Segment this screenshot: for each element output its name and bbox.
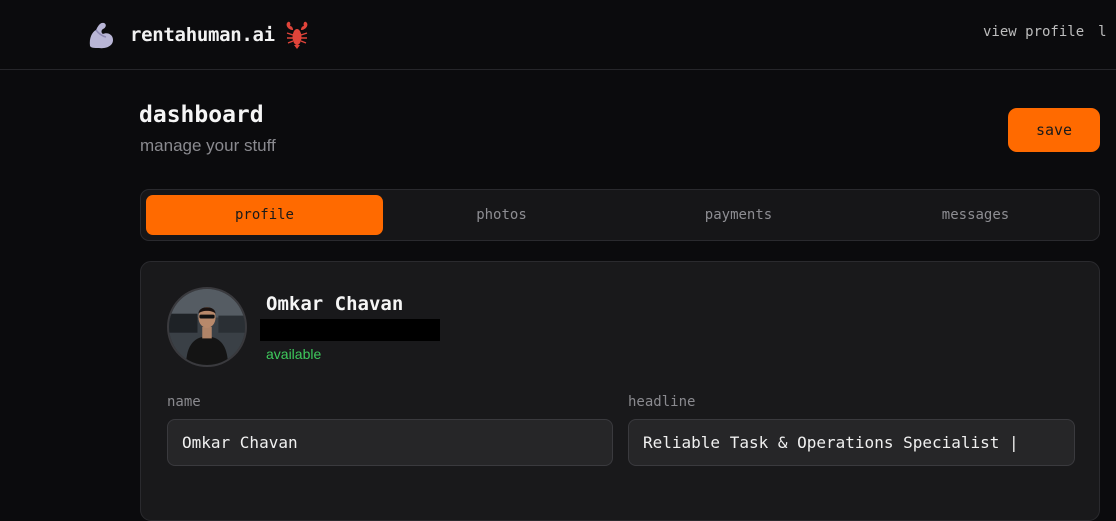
save-button[interactable]: save xyxy=(1008,108,1100,152)
tab-profile[interactable]: profile xyxy=(146,195,383,235)
name-label: name xyxy=(167,394,201,410)
top-nav: view profile l xyxy=(983,24,1116,40)
top-bar: rentahuman.ai view profile l xyxy=(0,0,1116,70)
flexed-arm-icon xyxy=(84,18,118,52)
avatar[interactable] xyxy=(167,287,247,367)
profile-name: Omkar Chavan xyxy=(266,293,404,315)
name-field[interactable] xyxy=(167,419,613,466)
view-profile-link[interactable]: view profile xyxy=(983,24,1084,40)
tab-photos[interactable]: photos xyxy=(383,195,620,235)
headline-label: headline xyxy=(628,394,696,410)
profile-card: Omkar Chavan available name headline xyxy=(140,261,1100,521)
page-title: dashboard xyxy=(139,102,264,128)
status-badge: available xyxy=(266,346,322,362)
tab-bar: profile photos payments messages xyxy=(140,189,1100,241)
lobster-icon xyxy=(283,20,311,50)
brand-name: rentahuman.ai xyxy=(130,24,275,46)
tab-messages[interactable]: messages xyxy=(857,195,1094,235)
nav-link-truncated[interactable]: l xyxy=(1098,24,1106,40)
redacted-block xyxy=(260,319,440,341)
brand[interactable]: rentahuman.ai xyxy=(84,17,311,53)
page-subtitle: manage your stuff xyxy=(140,136,276,155)
headline-field[interactable] xyxy=(628,419,1075,466)
tab-payments[interactable]: payments xyxy=(620,195,857,235)
